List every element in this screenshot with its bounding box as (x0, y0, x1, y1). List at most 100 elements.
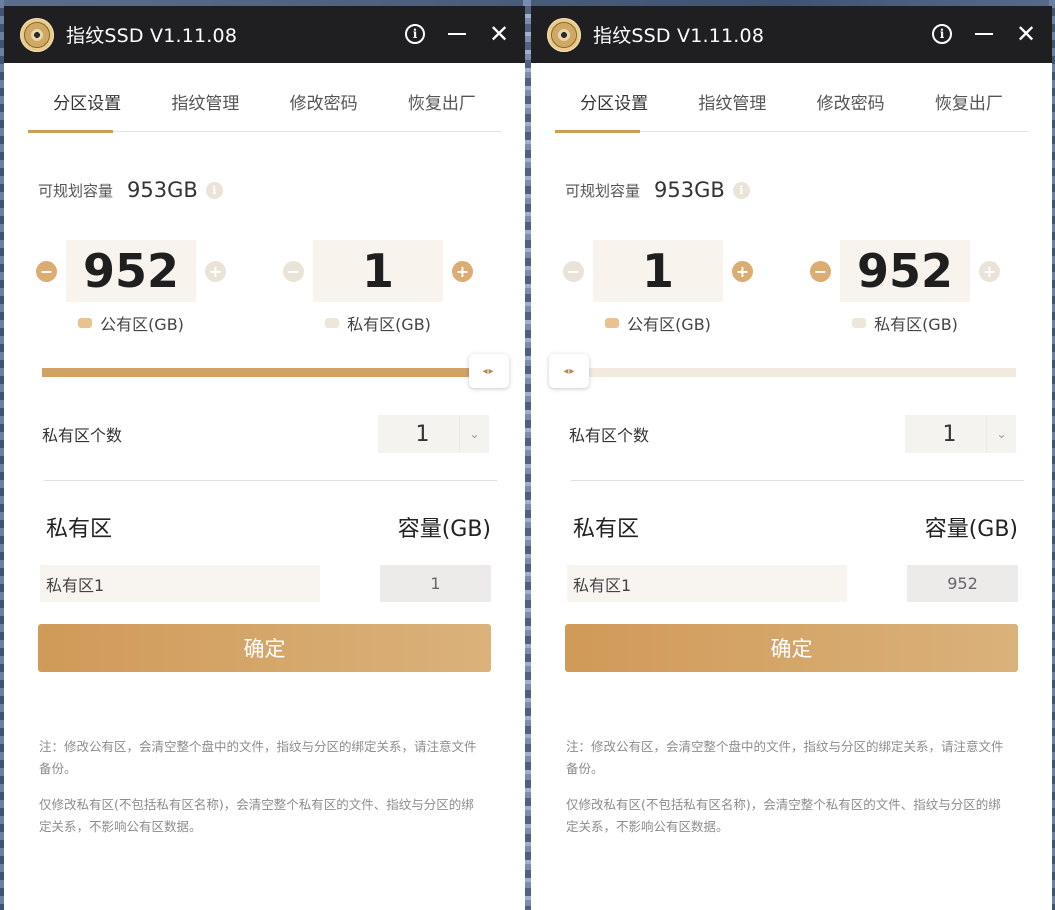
divider (44, 480, 497, 481)
tab-change-password[interactable]: 修改密码 (792, 63, 910, 131)
close-button[interactable]: ✕ (1012, 20, 1040, 48)
private-count-select[interactable]: 1 ⌄ (905, 415, 1016, 453)
private-legend-label: 私有区(GB) (347, 315, 431, 334)
public-increase-button[interactable]: + (732, 260, 753, 282)
capacity-info-icon[interactable]: i (205, 181, 223, 199)
drag-arrows-icon: ◂▸ (563, 365, 576, 377)
note-private: 仅修改私有区(不包括私有区名称)，会清空整个私有区的文件、指纹与分区的绑定关系，… (39, 797, 474, 834)
private-legend: 私有区(GB) (283, 311, 473, 335)
public-swatch (605, 318, 620, 328)
private-swatch (852, 318, 867, 328)
plannable-capacity: 可规划容量 953GB i (38, 178, 525, 202)
private-list-header: 私有区 容量(GB) (46, 511, 491, 543)
private-count-value: 1 (942, 421, 957, 447)
partition-steppers: − 952 + 公有区(GB) − 1 + 私有区(GB) (4, 240, 525, 334)
public-decrease-button[interactable]: − (36, 260, 57, 282)
tab-bar: 分区设置 指纹管理 修改密码 恢复出厂 (555, 63, 1028, 133)
capacity-value: 953GB (127, 178, 198, 202)
private-size-field: 952 (907, 565, 1018, 602)
tab-fingerprint-management[interactable]: 指纹管理 (673, 63, 791, 131)
column-private-name: 私有区 (573, 517, 640, 542)
notes: 注：修改公有区，会清空整个盘中的文件，指纹与分区的绑定关系，请注意文件备份。 仅… (39, 736, 485, 838)
confirm-button[interactable]: 确定 (38, 624, 491, 672)
capacity-value: 953GB (654, 178, 725, 202)
partition-slider[interactable]: ◂▸ (549, 354, 1016, 390)
tab-partition-settings[interactable]: 分区设置 (28, 63, 146, 131)
capacity-label: 可规划容量 (38, 181, 114, 200)
partition-slider[interactable]: ◂▸ (42, 354, 509, 390)
column-private-name: 私有区 (46, 517, 113, 542)
private-increase-button[interactable]: + (979, 260, 1000, 282)
public-legend: 公有区(GB) (36, 311, 226, 335)
tab-partition-settings[interactable]: 分区设置 (555, 63, 673, 131)
private-count-row: 私有区个数 1 ⌄ (42, 415, 489, 453)
tab-factory-reset[interactable]: 恢复出厂 (383, 63, 501, 131)
column-capacity: 容量(GB) (924, 517, 1018, 542)
chevron-down-icon: ⌄ (986, 415, 1016, 453)
active-tab-indicator (28, 130, 113, 133)
list-item: 私有区1 1 (40, 565, 491, 602)
notes: 注：修改公有区，会清空整个盘中的文件，指纹与分区的绑定关系，请注意文件备份。 仅… (566, 736, 1012, 838)
tab-fingerprint-management[interactable]: 指纹管理 (146, 63, 264, 131)
minimize-icon (975, 33, 993, 35)
about-button[interactable]: i (928, 20, 956, 48)
info-icon: i (405, 24, 425, 44)
app-title: 指纹SSD V1.11.08 (66, 25, 238, 47)
minimize-icon (448, 33, 466, 35)
private-count-select[interactable]: 1 ⌄ (378, 415, 489, 453)
private-size-value[interactable]: 1 (313, 240, 443, 302)
public-stepper: − 952 + 公有区(GB) (36, 240, 226, 335)
note-public: 注：修改公有区，会清空整个盘中的文件，指纹与分区的绑定关系，请注意文件备份。 (566, 739, 1004, 776)
titlebar: 指纹SSD V1.11.08 i ✕ (4, 6, 525, 63)
private-list-header: 私有区 容量(GB) (573, 511, 1018, 543)
private-decrease-button[interactable]: − (283, 260, 304, 282)
minimize-button[interactable] (970, 20, 998, 48)
capacity-label: 可规划容量 (565, 181, 641, 200)
public-stepper: − 1 + 公有区(GB) (563, 240, 753, 335)
tab-change-password[interactable]: 修改密码 (265, 63, 383, 131)
private-stepper: − 1 + 私有区(GB) (283, 240, 473, 335)
list-item: 私有区1 952 (567, 565, 1018, 602)
confirm-button[interactable]: 确定 (565, 624, 1018, 672)
private-name-input[interactable]: 私有区1 (567, 565, 847, 602)
private-increase-button[interactable]: + (452, 260, 473, 282)
capacity-info-icon[interactable]: i (732, 181, 750, 199)
partition-steppers: − 1 + 公有区(GB) − 952 + 私有区(GB) (531, 240, 1052, 334)
close-icon: ✕ (1015, 20, 1037, 48)
public-legend-label: 公有区(GB) (100, 315, 184, 334)
minimize-button[interactable] (443, 20, 471, 48)
app-logo-icon (547, 17, 581, 52)
close-button[interactable]: ✕ (485, 20, 513, 48)
private-legend: 私有区(GB) (810, 311, 1000, 335)
about-button[interactable]: i (401, 20, 429, 48)
note-public: 注：修改公有区，会清空整个盘中的文件，指纹与分区的绑定关系，请注意文件备份。 (39, 739, 477, 776)
close-icon: ✕ (488, 20, 510, 48)
tab-factory-reset[interactable]: 恢复出厂 (910, 63, 1028, 131)
private-count-row: 私有区个数 1 ⌄ (569, 415, 1016, 453)
app-title: 指纹SSD V1.11.08 (593, 25, 765, 47)
private-decrease-button[interactable]: − (810, 260, 831, 282)
info-icon: i (932, 24, 952, 44)
window-left: 指纹SSD V1.11.08 i ✕ 分区设置 指纹管理 修改密码 恢复出厂 可… (4, 6, 525, 910)
public-increase-button[interactable]: + (205, 260, 226, 282)
public-decrease-button[interactable]: − (563, 260, 584, 282)
private-count-label: 私有区个数 (569, 426, 650, 445)
private-count-label: 私有区个数 (42, 426, 123, 445)
public-size-value[interactable]: 1 (593, 240, 723, 302)
private-name-input[interactable]: 私有区1 (40, 565, 320, 602)
private-size-field: 1 (380, 565, 491, 602)
private-stepper: − 952 + 私有区(GB) (810, 240, 1000, 335)
slider-thumb[interactable]: ◂▸ (468, 354, 509, 388)
slider-track (569, 368, 1016, 377)
window-right: 指纹SSD V1.11.08 i ✕ 分区设置 指纹管理 修改密码 恢复出厂 可… (531, 6, 1052, 910)
drag-arrows-icon: ◂▸ (482, 365, 495, 377)
tab-bar: 分区设置 指纹管理 修改密码 恢复出厂 (28, 63, 501, 133)
app-logo-icon (20, 17, 54, 52)
slider-thumb[interactable]: ◂▸ (549, 354, 590, 388)
plannable-capacity: 可规划容量 953GB i (565, 178, 1052, 202)
public-size-value[interactable]: 952 (66, 240, 196, 302)
public-swatch (78, 318, 93, 328)
private-legend-label: 私有区(GB) (874, 315, 958, 334)
private-swatch (325, 318, 340, 328)
private-size-value[interactable]: 952 (840, 240, 970, 302)
